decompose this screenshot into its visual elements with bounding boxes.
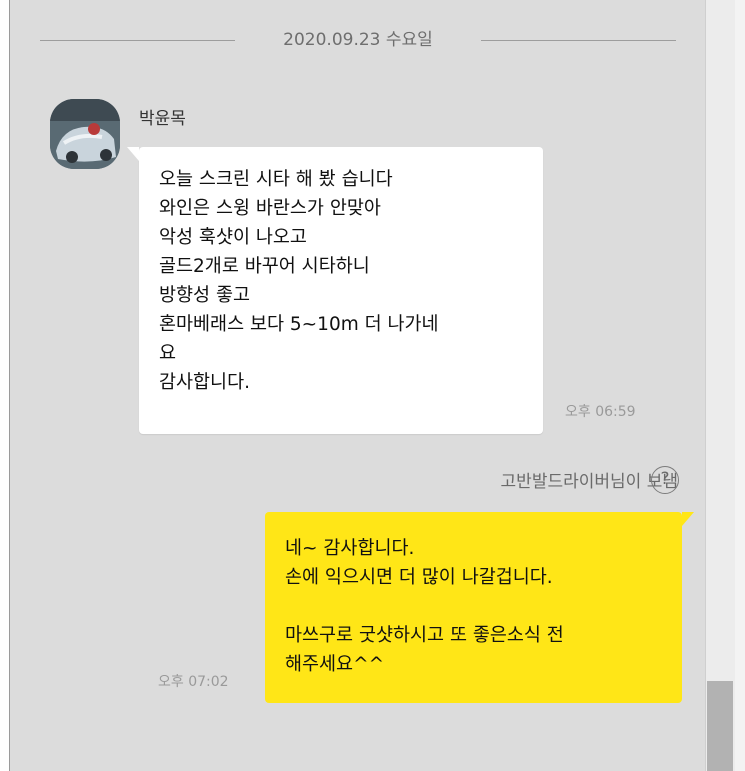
sender-name[interactable]: 박윤목 <box>139 104 186 129</box>
message-line: 해주세요^^ <box>285 654 385 675</box>
message-line: 골드2개로 바꾸어 시타하니 <box>159 256 370 277</box>
outgoing-message-text: 네~ 감사합니다. 손에 익으시면 더 많이 나갈겁니다. 마쓰구로 굿샷하시고… <box>285 534 564 679</box>
window-right-edge <box>735 0 745 771</box>
message-line: 네~ 감사합니다. <box>285 538 415 559</box>
divider-line-right <box>481 40 676 41</box>
scrollbar-thumb[interactable] <box>707 681 733 771</box>
message-line: 혼마베래스 보다 5~10m 더 나가네 <box>159 314 439 335</box>
message-line: 와인은 스윙 바란스가 안맞아 <box>159 198 381 219</box>
scrollbar-track[interactable] <box>705 0 735 771</box>
date-divider: 2020.09.23 수요일 <box>40 22 676 58</box>
message-line <box>285 592 564 621</box>
incoming-timestamp: 오후 06:59 <box>565 404 636 420</box>
message-line: 방향성 좋고 <box>159 285 250 306</box>
message-line: 감사합니다. <box>159 372 250 393</box>
outgoing-message-bubble[interactable]: 네~ 감사합니다. 손에 익으시면 더 많이 나갈겁니다. 마쓰구로 굿샷하시고… <box>265 512 694 703</box>
message-line: 손에 익으시면 더 많이 나갈겁니다. <box>285 567 553 588</box>
message-line: 마쓰구로 굿샷하시고 또 좋은소식 전 <box>285 625 564 646</box>
incoming-message-bubble[interactable]: 오늘 스크린 시타 해 봤 습니다 와인은 스윙 바란스가 안맞아 악성 훅샷이… <box>127 147 543 434</box>
bubble-tail <box>127 147 139 161</box>
sender-avatar[interactable] <box>50 99 120 169</box>
message-line: 오늘 스크린 시타 해 봤 습니다 <box>159 169 393 190</box>
outgoing-timestamp: 오후 07:02 <box>158 674 229 690</box>
bubble-tail <box>682 512 694 526</box>
window-left-border <box>0 0 10 771</box>
help-icon[interactable]: ? <box>651 466 679 494</box>
incoming-message-text: 오늘 스크린 시타 해 봤 습니다 와인은 스윙 바란스가 안맞아 악성 훅샷이… <box>159 165 439 397</box>
message-line: 악성 훅샷이 나오고 <box>159 227 307 248</box>
message-line: 요 <box>159 343 177 364</box>
